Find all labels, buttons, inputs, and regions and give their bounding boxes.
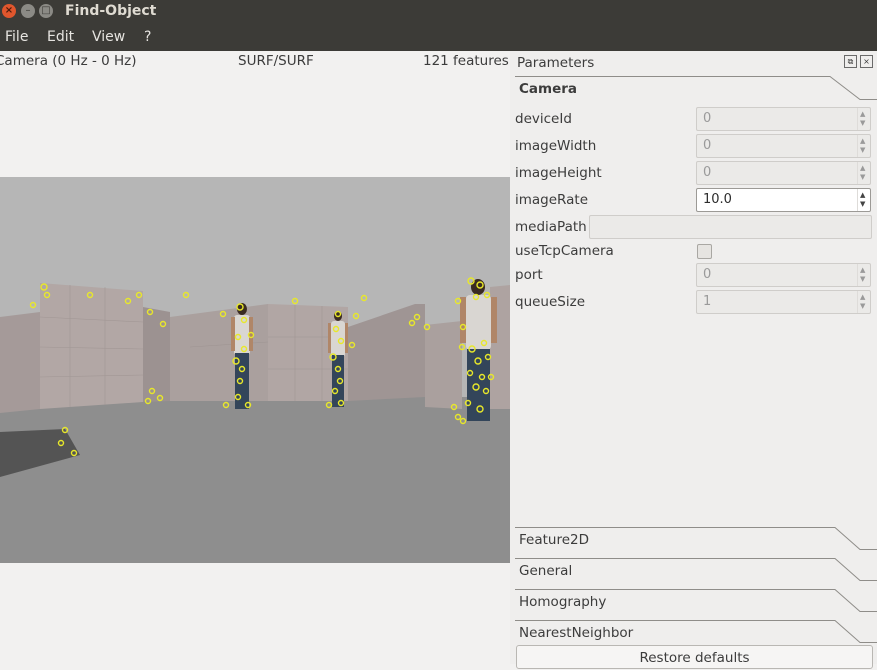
section-feature2d[interactable]: Feature2D bbox=[515, 527, 877, 557]
title-bar: × – □ Find-Object bbox=[0, 0, 877, 24]
section-homography[interactable]: Homography bbox=[515, 589, 877, 619]
wall bbox=[425, 321, 462, 409]
port-spinbox[interactable]: 0 ▲ ▼ bbox=[696, 263, 871, 287]
camera-image[interactable] bbox=[0, 177, 510, 563]
param-label-deviceId: deviceId bbox=[515, 111, 572, 127]
deviceId-value: 0 bbox=[703, 111, 712, 126]
camera-view-panel: Camera (0 Hz - 0 Hz) SURF/SURF 121 featu… bbox=[0, 51, 510, 664]
close-window-button[interactable]: × bbox=[2, 4, 16, 18]
menu-view[interactable]: View bbox=[92, 29, 125, 45]
section-feature2d-label: Feature2D bbox=[519, 532, 589, 548]
feature-count: 121 features bbox=[423, 53, 509, 69]
param-label-useTcpCamera: useTcpCamera bbox=[515, 243, 614, 259]
menu-bar: File Edit View ? bbox=[0, 24, 877, 51]
mediaPath-input[interactable] bbox=[589, 215, 872, 239]
param-label-imageRate: imageRate bbox=[515, 192, 589, 208]
dock-float-button[interactable]: ⧉ bbox=[844, 55, 857, 68]
deviceId-spinbox[interactable]: 0 ▲ ▼ bbox=[696, 107, 871, 131]
param-label-port: port bbox=[515, 267, 543, 283]
param-label-imageHeight: imageHeight bbox=[515, 165, 602, 181]
spin-arrows[interactable]: ▲ ▼ bbox=[857, 108, 870, 130]
dock-title: Parameters bbox=[517, 55, 595, 71]
queueSize-spinbox[interactable]: 1 ▲ ▼ bbox=[696, 290, 871, 314]
imageHeight-value: 0 bbox=[703, 165, 712, 180]
detector-label: SURF/SURF bbox=[238, 53, 314, 69]
menu-edit[interactable]: Edit bbox=[47, 29, 74, 45]
window-title: Find-Object bbox=[65, 3, 157, 19]
menu-help[interactable]: ? bbox=[144, 29, 151, 45]
parameters-dock: Parameters ⧉ × Camera deviceId 0 ▲ ▼ imag… bbox=[510, 51, 877, 669]
imageRate-spinbox[interactable]: 10.0 ▲ ▼ bbox=[696, 188, 871, 212]
camera-status: Camera (0 Hz - 0 Hz) bbox=[0, 53, 137, 69]
spin-arrows[interactable]: ▲ ▼ bbox=[857, 162, 870, 184]
section-general-label: General bbox=[519, 563, 573, 579]
param-label-imageWidth: imageWidth bbox=[515, 138, 597, 154]
spin-arrows[interactable]: ▲ ▼ bbox=[857, 264, 870, 286]
spin-arrows[interactable]: ▲ ▼ bbox=[857, 291, 870, 313]
imageRate-value: 10.0 bbox=[703, 192, 732, 207]
port-value: 0 bbox=[703, 267, 712, 282]
menu-file[interactable]: File bbox=[5, 29, 28, 45]
section-homography-label: Homography bbox=[519, 594, 607, 610]
imageWidth-spinbox[interactable]: 0 ▲ ▼ bbox=[696, 134, 871, 158]
spin-arrows[interactable]: ▲ ▼ bbox=[857, 135, 870, 157]
param-label-queueSize: queueSize bbox=[515, 294, 586, 310]
useTcpCamera-checkbox[interactable] bbox=[697, 244, 712, 259]
imageHeight-spinbox[interactable]: 0 ▲ ▼ bbox=[696, 161, 871, 185]
section-camera[interactable]: Camera bbox=[515, 76, 877, 106]
section-camera-label: Camera bbox=[519, 81, 578, 97]
queueSize-value: 1 bbox=[703, 294, 712, 309]
scene-svg bbox=[0, 177, 510, 563]
section-nearestneighbor-label: NearestNeighbor bbox=[519, 625, 634, 641]
param-label-mediaPath: mediaPath bbox=[515, 219, 587, 235]
wall bbox=[40, 283, 143, 409]
wall bbox=[143, 307, 170, 402]
imageWidth-value: 0 bbox=[703, 138, 712, 153]
restore-defaults-button[interactable]: Restore defaults bbox=[516, 645, 873, 669]
spin-arrows[interactable]: ▲ ▼ bbox=[857, 189, 870, 211]
maximize-window-button[interactable]: □ bbox=[39, 4, 53, 18]
minimize-window-button[interactable]: – bbox=[21, 4, 35, 18]
scene-floor bbox=[0, 397, 510, 563]
wall bbox=[0, 312, 40, 413]
dock-close-button[interactable]: × bbox=[860, 55, 873, 68]
wall bbox=[170, 304, 268, 401]
section-general[interactable]: General bbox=[515, 558, 877, 588]
